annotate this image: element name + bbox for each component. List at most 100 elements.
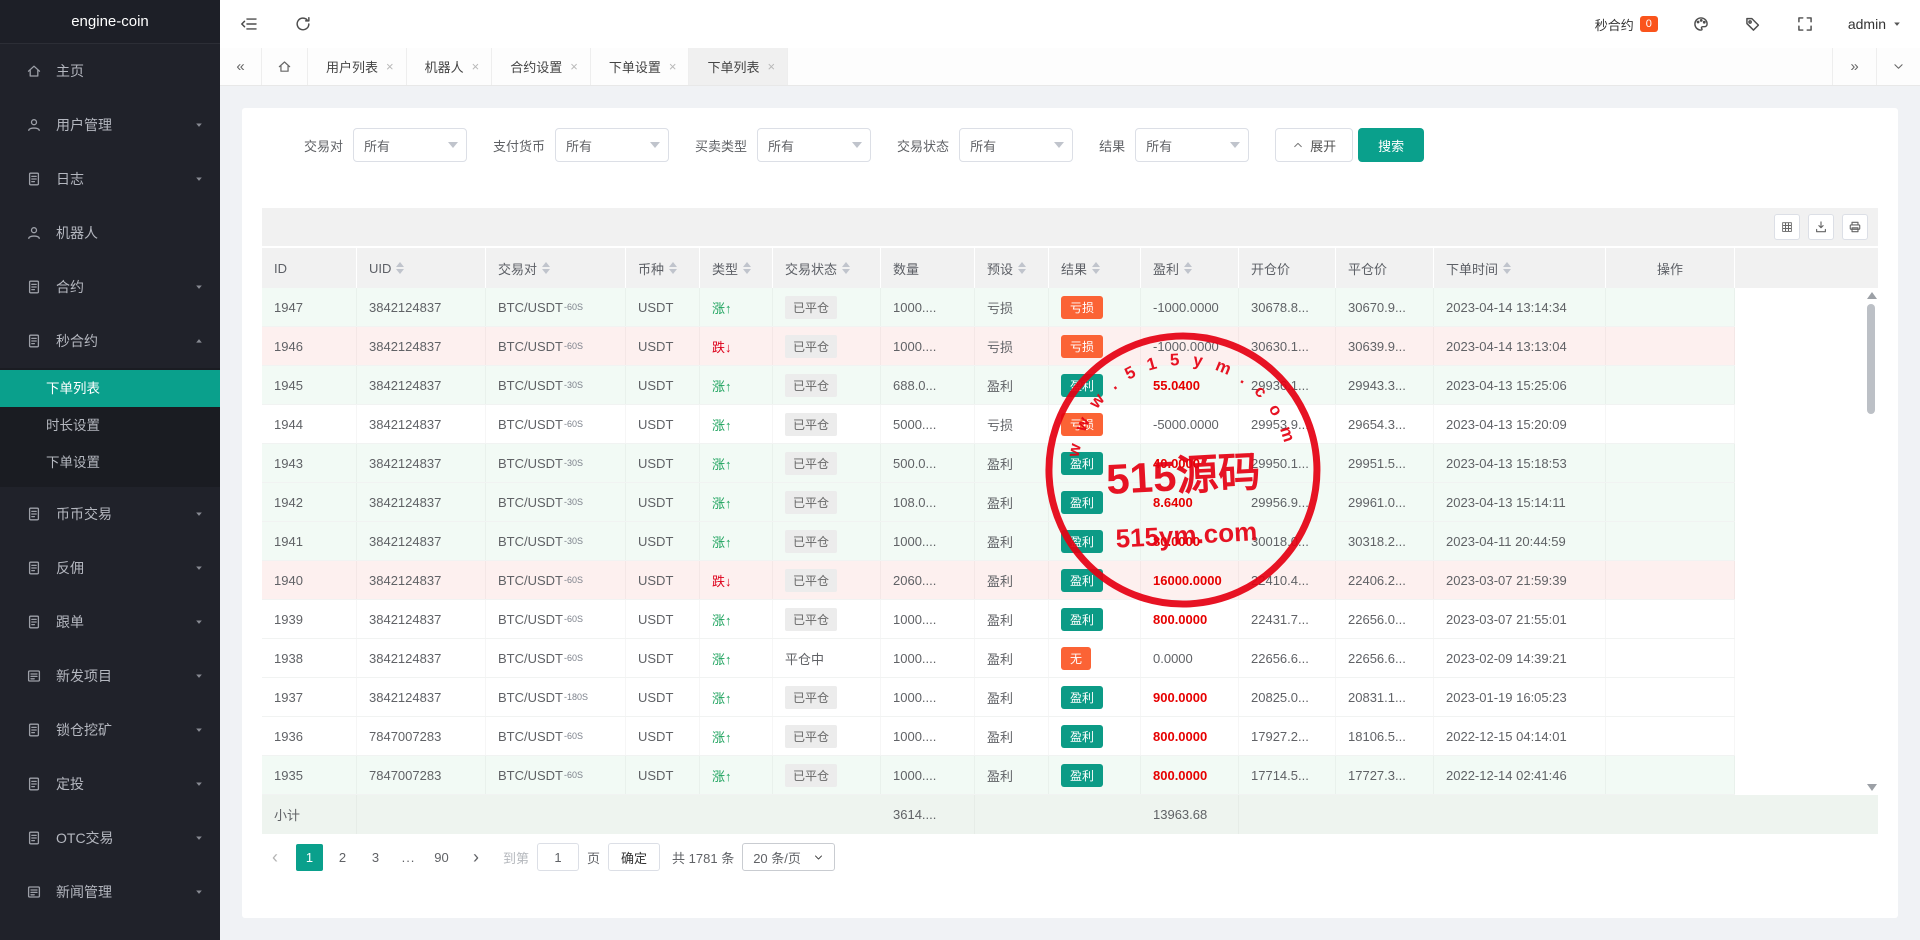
- table-row[interactable]: 1944 3842124837 BTC/USDT-60S USDT 涨↑ 已平仓…: [262, 405, 1735, 444]
- page-button-1[interactable]: 1: [296, 844, 323, 871]
- sort-icon[interactable]: [1018, 262, 1026, 274]
- page-button-3[interactable]: 3: [362, 844, 389, 871]
- sidebar-item-新闻管理[interactable]: 新闻管理: [0, 865, 220, 919]
- column-header-操作[interactable]: 操作: [1606, 248, 1735, 288]
- column-header-UID[interactable]: UID: [357, 248, 486, 288]
- sort-icon[interactable]: [743, 262, 751, 274]
- sidebar-item-机器人[interactable]: 机器人: [0, 206, 220, 260]
- tabs-scroll-left-icon[interactable]: «: [220, 48, 262, 85]
- tab-close-icon[interactable]: ×: [570, 60, 578, 73]
- sidebar-item-币币交易[interactable]: 币币交易: [0, 487, 220, 541]
- export-button[interactable]: [1808, 214, 1834, 240]
- print-button[interactable]: [1842, 214, 1868, 240]
- search-button[interactable]: 搜索: [1358, 128, 1424, 162]
- column-header-开仓价[interactable]: 开仓价: [1239, 248, 1336, 288]
- tabs-scroll-right-icon[interactable]: »: [1832, 48, 1876, 85]
- sidebar-item-OTC交易[interactable]: OTC交易: [0, 811, 220, 865]
- page-size-select[interactable]: 20 条/页: [742, 843, 835, 871]
- sort-icon[interactable]: [1503, 262, 1511, 274]
- column-header-交易状态[interactable]: 交易状态: [773, 248, 881, 288]
- filter-select-支付货币[interactable]: 所有: [555, 128, 669, 162]
- refresh-icon[interactable]: [294, 15, 312, 33]
- table-row[interactable]: 1937 3842124837 BTC/USDT-180S USDT 涨↑ 已平…: [262, 678, 1735, 717]
- theme-palette-icon[interactable]: [1692, 15, 1710, 33]
- tab-下单设置[interactable]: 下单设置 ×: [591, 48, 690, 85]
- sidebar-item-日志[interactable]: 日志: [0, 152, 220, 206]
- sort-icon[interactable]: [542, 262, 550, 274]
- tab-用户列表[interactable]: 用户列表 ×: [308, 48, 407, 85]
- column-header-下单时间[interactable]: 下单时间: [1434, 248, 1606, 288]
- sort-icon[interactable]: [669, 262, 677, 274]
- next-page-icon[interactable]: ›: [463, 843, 489, 871]
- tab-下单列表[interactable]: 下单列表 ×: [689, 48, 788, 85]
- filter-select-结果[interactable]: 所有: [1135, 128, 1249, 162]
- sidebar-subitem-下单列表[interactable]: 下单列表: [0, 370, 220, 407]
- table-row[interactable]: 1938 3842124837 BTC/USDT-60S USDT 涨↑ 平仓中…: [262, 639, 1735, 678]
- scrollbar-thumb[interactable]: [1867, 304, 1875, 414]
- filter-select-交易对[interactable]: 所有: [353, 128, 467, 162]
- sidebar-item-用户管理[interactable]: 用户管理: [0, 98, 220, 152]
- page-button-2[interactable]: 2: [329, 844, 356, 871]
- sidebar-item-跟单[interactable]: 跟单: [0, 595, 220, 649]
- fullscreen-icon[interactable]: [1796, 15, 1814, 33]
- sort-icon[interactable]: [396, 262, 404, 274]
- filter-select-交易状态[interactable]: 所有: [959, 128, 1073, 162]
- table-row[interactable]: 1943 3842124837 BTC/USDT-30S USDT 涨↑ 已平仓…: [262, 444, 1735, 483]
- column-header-交易对[interactable]: 交易对: [486, 248, 626, 288]
- sidebar-item-定投[interactable]: 定投: [0, 757, 220, 811]
- prev-page-icon[interactable]: ‹: [262, 843, 288, 871]
- column-header-币种[interactable]: 币种: [626, 248, 700, 288]
- tabs-menu-icon[interactable]: [1876, 48, 1920, 85]
- table-row[interactable]: 1936 7847007283 BTC/USDT-60S USDT 涨↑ 已平仓…: [262, 717, 1735, 756]
- user-menu[interactable]: admin: [1848, 16, 1902, 32]
- sort-icon[interactable]: [842, 262, 850, 274]
- table-row[interactable]: 1947 3842124837 BTC/USDT-60S USDT 涨↑ 已平仓…: [262, 288, 1735, 327]
- table-scrollbar[interactable]: [1864, 288, 1878, 795]
- column-filter-button[interactable]: [1774, 214, 1800, 240]
- pending-orders-badge[interactable]: 秒合约 0: [1595, 15, 1658, 34]
- home-tab[interactable]: [262, 48, 308, 85]
- table-row[interactable]: 1940 3842124837 BTC/USDT-60S USDT 跌↓ 已平仓…: [262, 561, 1735, 600]
- table-row[interactable]: 1945 3842124837 BTC/USDT-30S USDT 涨↑ 已平仓…: [262, 366, 1735, 405]
- tag-icon[interactable]: [1744, 15, 1762, 33]
- column-header-预设[interactable]: 预设: [975, 248, 1049, 288]
- topbar: 秒合约 0 admin: [220, 0, 1920, 48]
- table-row[interactable]: 1939 3842124837 BTC/USDT-60S USDT 涨↑ 已平仓…: [262, 600, 1735, 639]
- tab-close-icon[interactable]: ×: [767, 60, 775, 73]
- tab-close-icon[interactable]: ×: [472, 60, 480, 73]
- sidebar-collapse-icon[interactable]: [240, 15, 258, 33]
- sidebar-item-合约[interactable]: 合约: [0, 260, 220, 314]
- status-badge: 已平仓: [785, 608, 837, 631]
- column-header-平仓价[interactable]: 平仓价: [1336, 248, 1434, 288]
- column-header-类型[interactable]: 类型: [700, 248, 773, 288]
- table-row[interactable]: 1942 3842124837 BTC/USDT-30S USDT 涨↑ 已平仓…: [262, 483, 1735, 522]
- sidebar-item-反佣[interactable]: 反佣: [0, 541, 220, 595]
- column-header-盈利[interactable]: 盈利: [1141, 248, 1239, 288]
- sidebar-item-锁仓挖矿[interactable]: 锁仓挖矿: [0, 703, 220, 757]
- filter-select-买卖类型[interactable]: 所有: [757, 128, 871, 162]
- table-row[interactable]: 1935 7847007283 BTC/USDT-60S USDT 涨↑ 已平仓…: [262, 756, 1735, 795]
- tab-close-icon[interactable]: ×: [386, 60, 394, 73]
- sort-icon[interactable]: [1184, 262, 1192, 274]
- tab-合约设置[interactable]: 合约设置 ×: [492, 48, 591, 85]
- page-button-90[interactable]: 90: [428, 844, 455, 871]
- column-header-结果[interactable]: 结果: [1049, 248, 1141, 288]
- jump-page-input[interactable]: [537, 843, 579, 871]
- column-header-ID[interactable]: ID: [262, 248, 357, 288]
- sort-icon[interactable]: [1092, 262, 1100, 274]
- scroll-down-icon[interactable]: [1867, 784, 1877, 791]
- table-row[interactable]: 1946 3842124837 BTC/USDT-60S USDT 跌↓ 已平仓…: [262, 327, 1735, 366]
- scroll-up-icon[interactable]: [1867, 292, 1877, 299]
- sidebar-subitem-时长设置[interactable]: 时长设置: [0, 407, 220, 444]
- sidebar-item-秒合约[interactable]: 秒合约: [0, 314, 220, 368]
- tab-机器人[interactable]: 机器人 ×: [407, 48, 493, 85]
- sidebar-subitem-下单设置[interactable]: 下单设置: [0, 444, 220, 481]
- sidebar-item-新发项目[interactable]: 新发项目: [0, 649, 220, 703]
- tab-close-icon[interactable]: ×: [669, 60, 677, 73]
- confirm-button[interactable]: 确定: [608, 843, 660, 871]
- column-header-数量[interactable]: 数量: [881, 248, 975, 288]
- table-row[interactable]: 1941 3842124837 BTC/USDT-30S USDT 涨↑ 已平仓…: [262, 522, 1735, 561]
- expand-filters-button[interactable]: 展开: [1275, 128, 1353, 162]
- sidebar-item-主页[interactable]: 主页: [0, 44, 220, 98]
- cell-pair: BTC/USDT-30S: [486, 444, 626, 482]
